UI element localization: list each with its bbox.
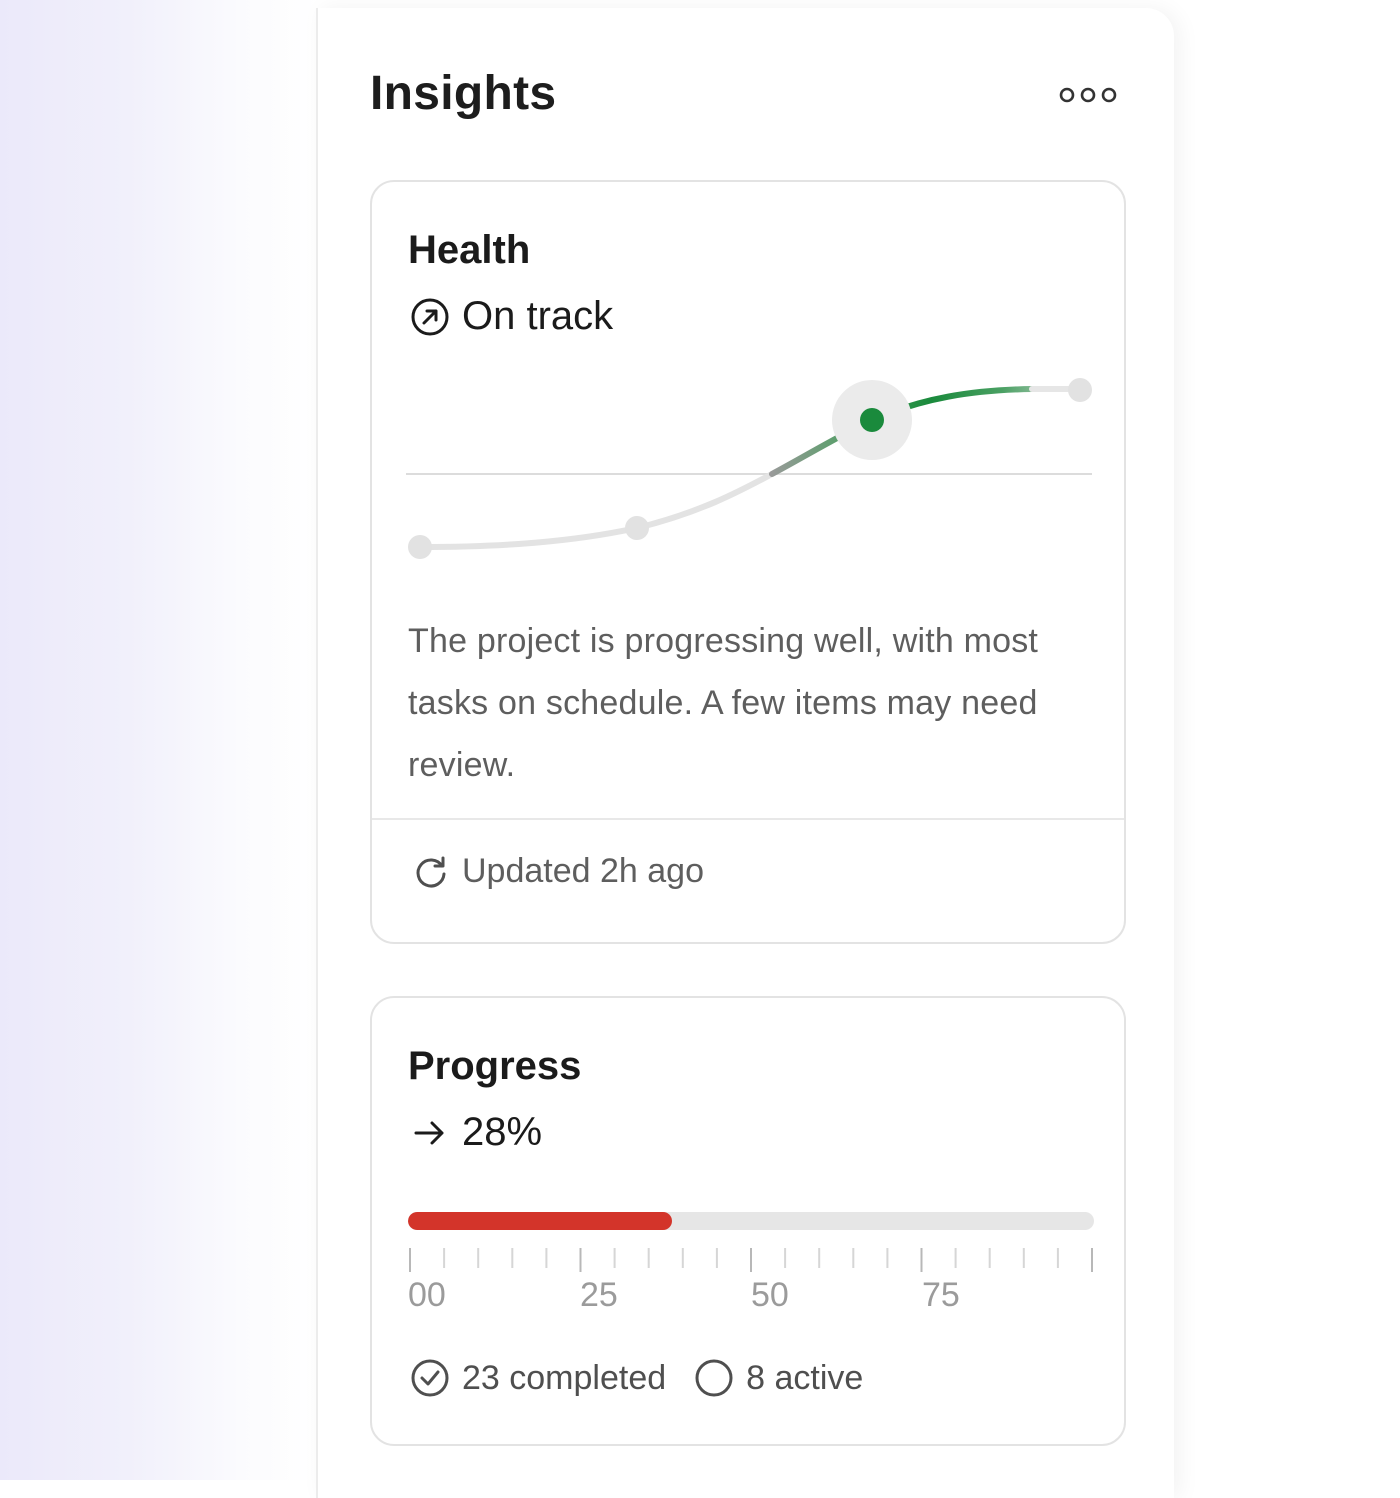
trend-line-muted bbox=[417, 471, 775, 550]
tick-label-75: 75 bbox=[922, 1276, 960, 1314]
tick-label-25: 25 bbox=[580, 1276, 618, 1314]
background-gradient bbox=[0, 0, 320, 1480]
progress-value-label: 28% bbox=[462, 1110, 543, 1154]
completed-stat: 23 completed bbox=[410, 1358, 666, 1398]
circle-icon bbox=[694, 1358, 734, 1398]
card-divider bbox=[372, 818, 1124, 820]
chart-point-current bbox=[860, 408, 884, 432]
updated-row: Updated 2h ago bbox=[412, 852, 704, 891]
progress-status: 28% bbox=[410, 1110, 542, 1155]
health-card[interactable]: Health On track The project is progressi… bbox=[370, 180, 1126, 944]
tick-label-50: 50 bbox=[751, 1276, 789, 1314]
health-trend-chart bbox=[406, 378, 1092, 559]
chart-point-1 bbox=[408, 535, 432, 559]
chart-point-4 bbox=[1068, 378, 1092, 402]
health-title: Health bbox=[408, 228, 531, 272]
chart-point-2 bbox=[625, 516, 649, 540]
arrow-right-icon bbox=[410, 1113, 450, 1153]
more-options-button[interactable] bbox=[1056, 82, 1120, 108]
progress-card[interactable]: Progress 28% 00 25 50 75 23 completed 8 … bbox=[370, 996, 1126, 1446]
arrow-up-right-circle-icon bbox=[410, 297, 450, 337]
health-description: The project is progressing well, with mo… bbox=[408, 622, 1039, 784]
progress-bar-fill bbox=[408, 1212, 673, 1230]
progress-stats: 23 completed 8 active bbox=[410, 1358, 863, 1398]
active-label: 8 active bbox=[746, 1358, 864, 1397]
updated-label: Updated 2h ago bbox=[462, 852, 704, 890]
completed-label: 23 completed bbox=[462, 1358, 667, 1397]
health-status: On track bbox=[410, 294, 613, 339]
health-status-label: On track bbox=[462, 294, 614, 338]
progress-scale-ticks bbox=[409, 1248, 1093, 1272]
insights-panel: Insights Health On track The project is … bbox=[316, 8, 1174, 1498]
progress-scale-labels: 00 25 50 75 bbox=[408, 1276, 1094, 1320]
active-stat: 8 active bbox=[694, 1358, 863, 1398]
progress-title: Progress bbox=[408, 1044, 582, 1088]
tick-label-0: 00 bbox=[408, 1276, 446, 1314]
refresh-icon bbox=[412, 853, 450, 891]
check-circle-icon bbox=[410, 1358, 450, 1398]
panel-title: Insights bbox=[370, 67, 557, 120]
more-horizontal-icon bbox=[1059, 87, 1117, 103]
progress-bar-track bbox=[408, 1212, 1094, 1230]
